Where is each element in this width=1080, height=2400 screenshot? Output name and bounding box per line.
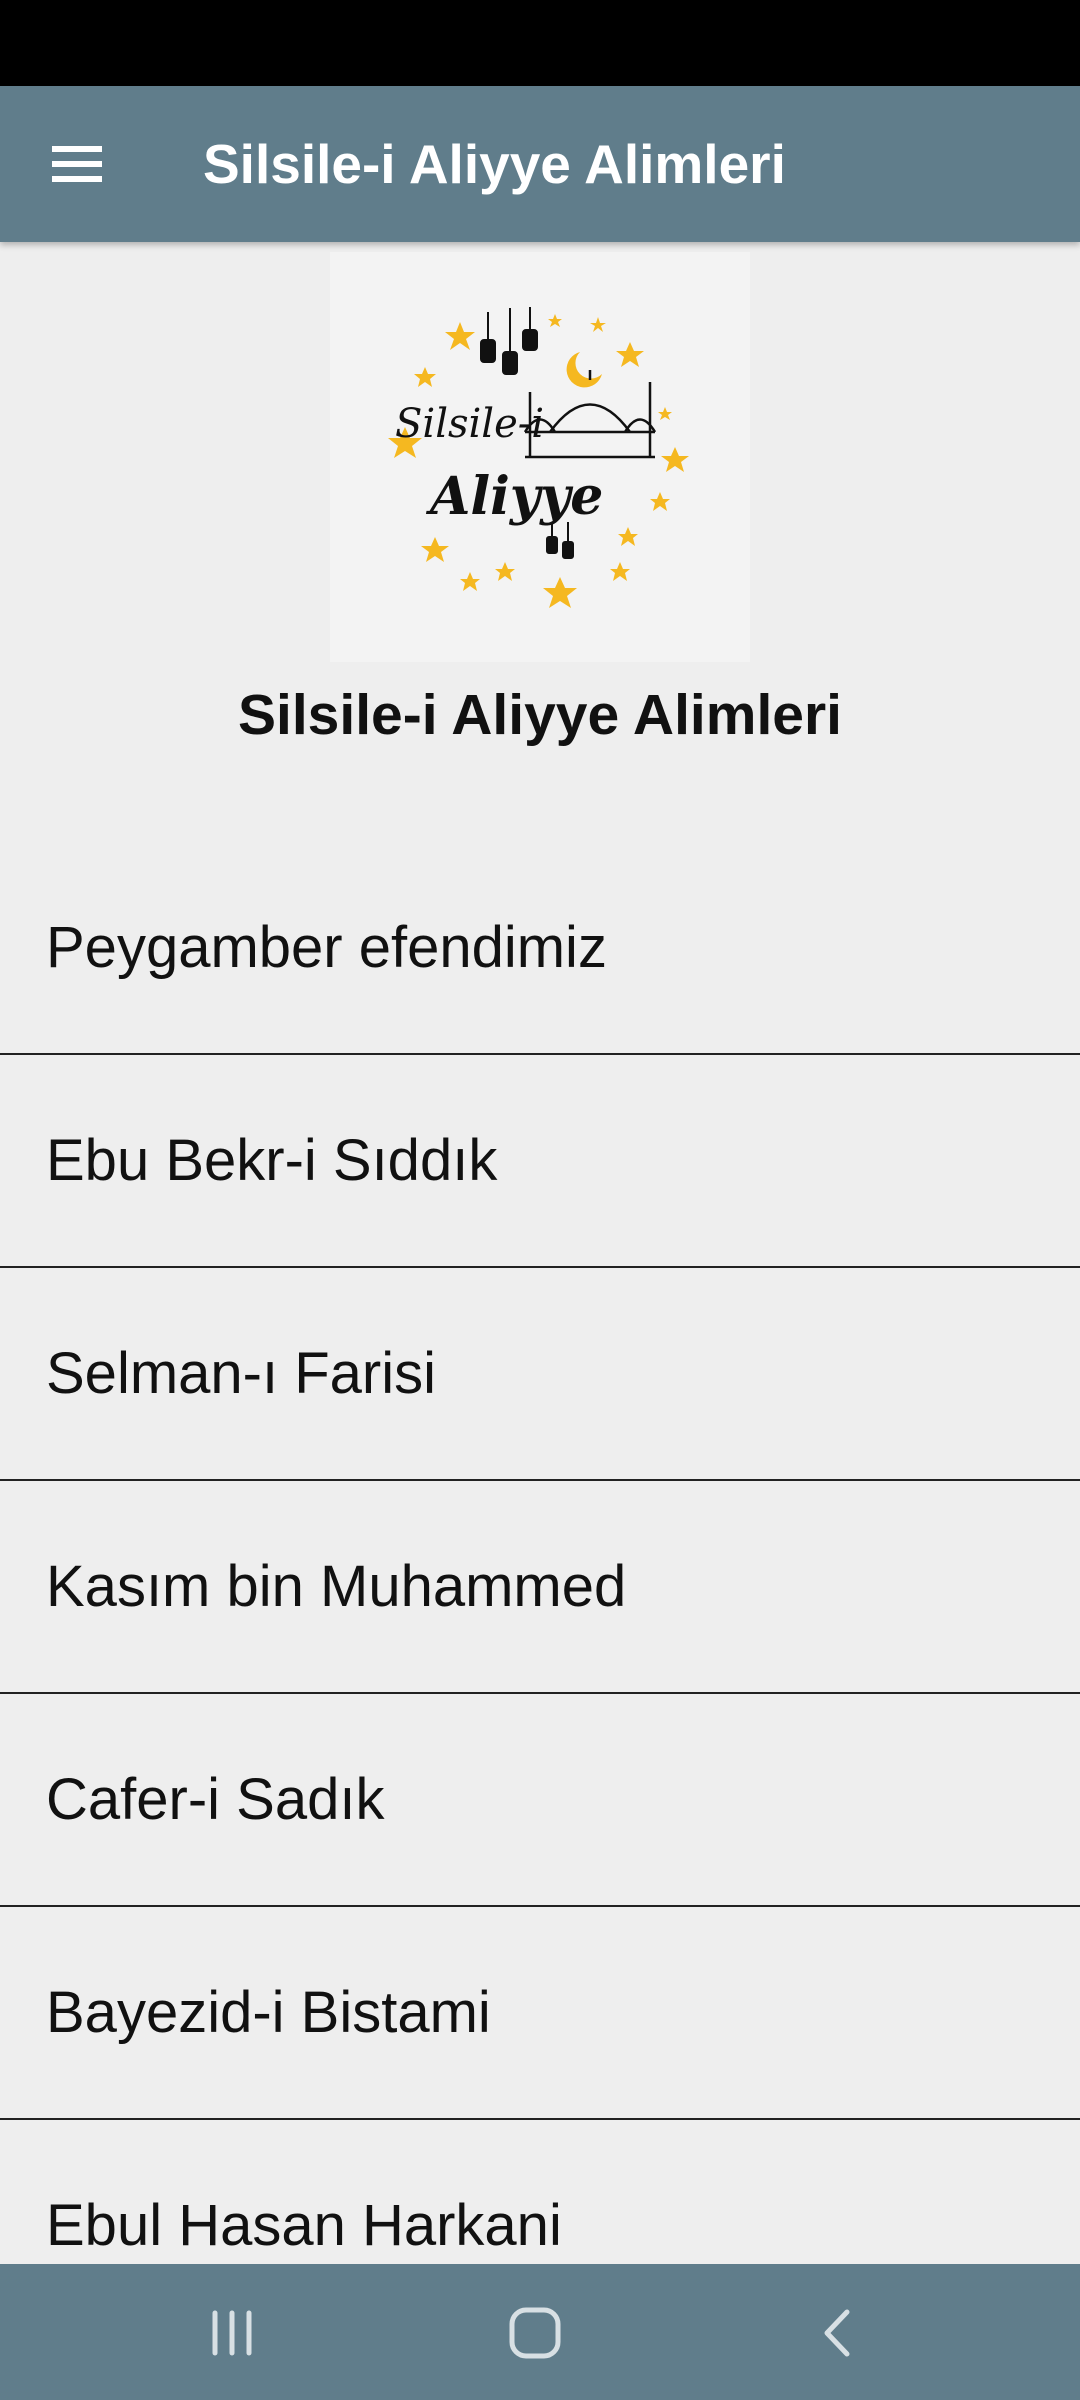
list-item[interactable]: Ebu Bekr-i Sıddık	[0, 1055, 1080, 1268]
list-item-label: Cafer-i Sadık	[46, 1767, 385, 1832]
recent-apps-icon[interactable]	[187, 2298, 277, 2368]
list-item-label: Peygamber efendimiz	[46, 915, 607, 980]
home-icon[interactable]	[490, 2298, 580, 2368]
list-item[interactable]: Kasım bin Muhammed	[0, 1481, 1080, 1694]
app-logo: Silsile-i Aliyye	[330, 252, 750, 662]
list-item-label: Kasım bin Muhammed	[46, 1554, 627, 1619]
app-title: Silsile-i Aliyye Alimleri	[203, 133, 786, 195]
list-item[interactable]: Cafer-i Sadık	[0, 1694, 1080, 1907]
status-bar	[0, 0, 1080, 86]
main-content: Silsile-i Aliyye Silsile-i Aliyye Alimle…	[0, 242, 1080, 2264]
back-icon[interactable]	[793, 2298, 883, 2368]
system-nav-bar	[0, 2264, 1080, 2400]
list-item[interactable]: Bayezid-i Bistami	[0, 1907, 1080, 2120]
svg-text:Aliyye: Aliyye	[425, 466, 603, 527]
list-item[interactable]: Ebul Hasan Harkani	[0, 2120, 1080, 2264]
list-item[interactable]: Selman-ı Farisi	[0, 1268, 1080, 1481]
page-heading: Silsile-i Aliyye Alimleri	[237, 683, 843, 747]
list-item[interactable]: Peygamber efendimiz	[0, 842, 1080, 1055]
hamburger-menu-icon[interactable]	[44, 136, 114, 192]
list-item-label: Bayezid-i Bistami	[46, 1980, 491, 2045]
list-item-label: Ebul Hasan Harkani	[46, 2193, 562, 2258]
app-bar: Silsile-i Aliyye Alimleri	[0, 86, 1080, 242]
list-item-label: Selman-ı Farisi	[46, 1341, 436, 1406]
list-item-label: Ebu Bekr-i Sıddık	[46, 1128, 498, 1193]
scholar-list: Peygamber efendimiz Ebu Bekr-i Sıddık Se…	[0, 842, 1080, 2264]
svg-text:Silsile-i: Silsile-i	[395, 401, 544, 447]
